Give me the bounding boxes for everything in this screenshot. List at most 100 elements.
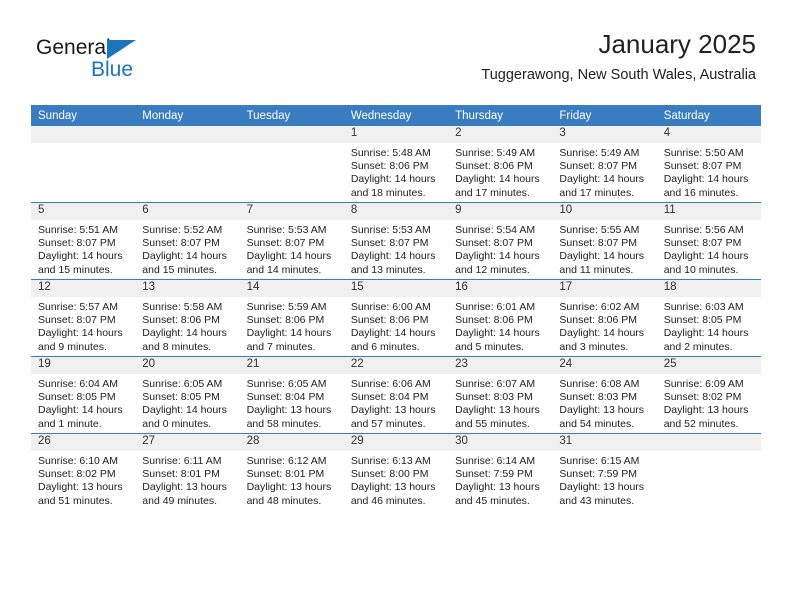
daylight-duration-line1: Daylight: 14 hours: [455, 173, 540, 186]
day-details: Sunrise: 5:52 AM Sunset: 8:07 PM Daylight:…: [135, 220, 239, 277]
day-details: Sunrise: 5:53 AM Sunset: 8:07 PM Daylight:…: [344, 220, 448, 277]
calendar-day-cell[interactable]: 18 Sunrise: 6:03 AM Sunset: 8:05 PM Dayligh…: [656, 279, 761, 357]
logo-text-blue: Blue: [91, 58, 134, 81]
general-blue-logo: General Blue: [36, 36, 216, 88]
calendar-day-cell-empty: [135, 126, 240, 203]
sunrise-time: Sunrise: 6:08 AM: [559, 378, 640, 390]
calendar-week-row: 19 Sunrise: 6:04 AM Sunset: 8:05 PM Dayligh…: [31, 356, 761, 434]
day-details: Sunrise: 6:09 AM Sunset: 8:02 PM Daylight:…: [657, 374, 761, 431]
day-number: 30: [448, 434, 553, 451]
calendar-day-cell[interactable]: 20 Sunrise: 6:05 AM Sunset: 8:05 PM Dayligh…: [135, 356, 240, 434]
page-subtitle: Tuggerawong, New South Wales, Australia: [481, 67, 756, 83]
calendar-day-cell[interactable]: 16 Sunrise: 6:01 AM Sunset: 8:06 PM Dayligh…: [448, 279, 553, 357]
calendar-day-cell[interactable]: 11 Sunrise: 5:56 AM Sunset: 8:07 PM Dayligh…: [656, 202, 761, 280]
sunrise-time: Sunrise: 6:05 AM: [142, 378, 223, 390]
day-number: 31: [552, 434, 657, 451]
sunrise-time: Sunrise: 5:53 AM: [350, 224, 431, 236]
daylight-duration-line2: and 7 minutes.: [246, 340, 316, 353]
day-number: 4: [656, 126, 761, 143]
daylight-duration-line2: and 1 minute.: [38, 417, 102, 430]
calendar-day-cell[interactable]: 31 Sunrise: 6:15 AM Sunset: 7:59 PM Dayligh…: [552, 433, 657, 510]
day-details: Sunrise: 5:48 AM Sunset: 8:06 PM Daylight:…: [344, 143, 448, 200]
sunrise-time: Sunrise: 6:06 AM: [350, 378, 431, 390]
calendar-day-cell[interactable]: 1 Sunrise: 5:48 AM Sunset: 8:06 PM Daylight…: [343, 126, 449, 203]
calendar-day-cell[interactable]: 24 Sunrise: 6:08 AM Sunset: 8:03 PM Dayligh…: [552, 356, 657, 434]
daylight-duration-line2: and 0 minutes.: [142, 417, 212, 430]
calendar-day-cell[interactable]: 10 Sunrise: 5:55 AM Sunset: 8:07 PM Dayligh…: [552, 202, 657, 280]
calendar-day-cell[interactable]: 3 Sunrise: 5:49 AM Sunset: 8:07 PM Daylight…: [552, 126, 657, 203]
sunset-time: Sunset: 8:06 PM: [559, 314, 638, 327]
calendar-day-cell[interactable]: 21 Sunrise: 6:05 AM Sunset: 8:04 PM Dayligh…: [239, 356, 344, 434]
calendar-day-cell[interactable]: 9 Sunrise: 5:54 AM Sunset: 8:07 PM Daylight…: [448, 202, 553, 280]
calendar-day-cell[interactable]: 29 Sunrise: 6:13 AM Sunset: 8:00 PM Dayligh…: [343, 433, 449, 510]
calendar-day-cell[interactable]: 8 Sunrise: 5:53 AM Sunset: 8:07 PM Daylight…: [343, 202, 449, 280]
sunset-time: Sunset: 8:07 PM: [663, 237, 742, 250]
daylight-duration-line1: Daylight: 14 hours: [663, 327, 749, 340]
logo-triangle-icon: [107, 40, 136, 59]
day-details: Sunrise: 5:51 AM Sunset: 8:07 PM Daylight:…: [31, 220, 135, 277]
daylight-duration-line1: Daylight: 14 hours: [559, 250, 645, 263]
daylight-duration-line1: Daylight: 13 hours: [350, 481, 436, 494]
calendar-day-cell[interactable]: 6 Sunrise: 5:52 AM Sunset: 8:07 PM Daylight…: [135, 202, 240, 280]
sunrise-time: Sunrise: 5:58 AM: [142, 301, 223, 313]
day-number: 23: [448, 357, 553, 374]
sunrise-time: Sunrise: 5:59 AM: [246, 301, 327, 313]
daylight-duration-line2: and 14 minutes.: [246, 263, 322, 276]
calendar-day-cell[interactable]: 30 Sunrise: 6:14 AM Sunset: 7:59 PM Dayligh…: [448, 433, 553, 510]
daylight-duration-line1: Daylight: 14 hours: [38, 404, 123, 417]
day-details: Sunrise: 6:06 AM Sunset: 8:04 PM Daylight:…: [344, 374, 448, 431]
daylight-duration-line1: Daylight: 14 hours: [559, 327, 645, 340]
sunrise-time: Sunrise: 5:57 AM: [38, 301, 118, 313]
calendar-day-cell[interactable]: 22 Sunrise: 6:06 AM Sunset: 8:04 PM Dayligh…: [343, 356, 449, 434]
daylight-duration-line2: and 9 minutes.: [38, 340, 107, 353]
day-number: 9: [448, 203, 553, 220]
day-details: Sunrise: 5:54 AM Sunset: 8:07 PM Daylight:…: [448, 220, 552, 277]
sunset-time: Sunset: 8:05 PM: [38, 391, 116, 404]
calendar-week-row: 12 Sunrise: 5:57 AM Sunset: 8:07 PM Dayligh…: [31, 279, 761, 357]
day-number: 2: [448, 126, 553, 143]
sunrise-time: Sunrise: 6:03 AM: [663, 301, 744, 313]
calendar-day-cell[interactable]: 27 Sunrise: 6:11 AM Sunset: 8:01 PM Dayligh…: [135, 433, 240, 510]
day-number: 27: [135, 434, 240, 451]
daylight-duration-line1: Daylight: 14 hours: [142, 404, 227, 417]
calendar-day-cell[interactable]: 15 Sunrise: 6:00 AM Sunset: 8:06 PM Dayligh…: [343, 279, 449, 357]
sunset-time: Sunset: 8:02 PM: [38, 468, 116, 481]
sunset-time: Sunset: 8:04 PM: [350, 391, 429, 404]
calendar-day-cell[interactable]: 5 Sunrise: 5:51 AM Sunset: 8:07 PM Daylight…: [31, 202, 136, 280]
sunrise-time: Sunrise: 6:10 AM: [38, 455, 118, 467]
sunset-time: Sunset: 8:07 PM: [559, 160, 638, 173]
calendar-day-cell[interactable]: 28 Sunrise: 6:12 AM Sunset: 8:01 PM Dayligh…: [239, 433, 344, 510]
weekday-header-thursday: Thursday: [448, 105, 553, 126]
day-details: Sunrise: 6:03 AM Sunset: 8:05 PM Daylight:…: [657, 297, 761, 354]
calendar-day-cell[interactable]: 19 Sunrise: 6:04 AM Sunset: 8:05 PM Dayligh…: [31, 356, 136, 434]
day-number: 5: [31, 203, 136, 220]
calendar-day-cell[interactable]: 17 Sunrise: 6:02 AM Sunset: 8:06 PM Dayligh…: [552, 279, 657, 357]
daylight-duration-line1: Daylight: 14 hours: [246, 327, 332, 340]
day-number: [31, 126, 136, 143]
day-details: Sunrise: 5:55 AM Sunset: 8:07 PM Daylight:…: [552, 220, 656, 277]
calendar-day-cell[interactable]: 7 Sunrise: 5:53 AM Sunset: 8:07 PM Daylight…: [239, 202, 344, 280]
sunset-time: Sunset: 8:07 PM: [38, 237, 116, 250]
sunrise-time: Sunrise: 5:55 AM: [559, 224, 640, 236]
sunset-time: Sunset: 8:07 PM: [559, 237, 638, 250]
calendar-day-cell[interactable]: 12 Sunrise: 5:57 AM Sunset: 8:07 PM Dayligh…: [31, 279, 136, 357]
calendar-day-cell[interactable]: 25 Sunrise: 6:09 AM Sunset: 8:02 PM Dayligh…: [656, 356, 761, 434]
calendar-day-cell-empty: [656, 433, 761, 510]
daylight-duration-line1: Daylight: 13 hours: [246, 481, 332, 494]
daylight-duration-line1: Daylight: 14 hours: [455, 250, 540, 263]
daylight-duration-line1: Daylight: 14 hours: [350, 173, 436, 186]
daylight-duration-line2: and 2 minutes.: [663, 340, 733, 353]
daylight-duration-line2: and 45 minutes.: [455, 494, 530, 507]
sunset-time: Sunset: 8:05 PM: [663, 314, 742, 327]
logo-divider: [88, 60, 90, 80]
calendar-day-cell[interactable]: 26 Sunrise: 6:10 AM Sunset: 8:02 PM Dayligh…: [31, 433, 136, 510]
calendar-day-cell[interactable]: 2 Sunrise: 5:49 AM Sunset: 8:06 PM Daylight…: [448, 126, 553, 203]
daylight-duration-line1: Daylight: 14 hours: [246, 250, 332, 263]
daylight-duration-line1: Daylight: 13 hours: [142, 481, 227, 494]
calendar-day-cell[interactable]: 23 Sunrise: 6:07 AM Sunset: 8:03 PM Dayligh…: [448, 356, 553, 434]
calendar-day-cell[interactable]: 13 Sunrise: 5:58 AM Sunset: 8:06 PM Dayligh…: [135, 279, 240, 357]
calendar-day-cell[interactable]: 4 Sunrise: 5:50 AM Sunset: 8:07 PM Daylight…: [656, 126, 761, 203]
calendar-header-row: Sunday Monday Tuesday Wednesday Thursday…: [31, 105, 761, 126]
calendar-day-cell[interactable]: 14 Sunrise: 5:59 AM Sunset: 8:06 PM Dayligh…: [239, 279, 344, 357]
day-details: Sunrise: 6:00 AM Sunset: 8:06 PM Daylight:…: [344, 297, 448, 354]
